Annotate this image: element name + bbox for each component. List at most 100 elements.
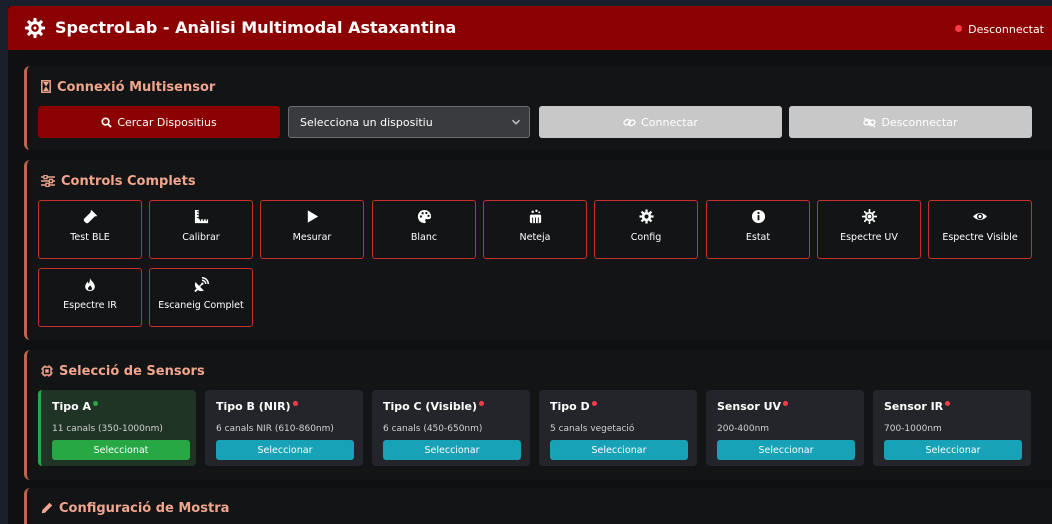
sample-config-title: Configuració de Mostra: [41, 501, 229, 516]
sensor-card-ir[interactable]: Sensor IR 700-1000nm Seleccionar: [873, 390, 1031, 466]
measure-label: Mesurar: [292, 232, 332, 243]
microchip-icon: [41, 365, 53, 377]
config-button[interactable]: Config: [594, 200, 698, 259]
hourglass-icon: [41, 80, 51, 93]
app-header: SpectroLab - Anàlisi Multimodal Astaxant…: [8, 6, 1052, 50]
sliders-icon: [41, 175, 55, 187]
info-icon: [751, 209, 765, 224]
full-scan-button[interactable]: Escaneig Complet: [149, 268, 253, 327]
sensor-select-button[interactable]: Seleccionat: [52, 440, 190, 460]
sensor-card-tipo-a[interactable]: Tipo A 11 canals (350-1000nm) Selecciona…: [38, 390, 196, 466]
blank-button[interactable]: Blanc: [372, 200, 476, 259]
sensor-select-button[interactable]: Seleccionar: [216, 440, 354, 460]
connection-card: Connexió Multisensor Cercar Dispositius …: [24, 66, 1052, 150]
measure-button[interactable]: Mesurar: [260, 200, 364, 259]
controls-title-text: Controls Complets: [61, 174, 196, 189]
sensor-name-row: Tipo D: [550, 400, 597, 413]
status-button[interactable]: Estat: [706, 200, 810, 259]
connect-button[interactable]: Connectar: [539, 106, 782, 138]
sample-config-card: Configuració de Mostra: [24, 488, 1052, 524]
test-ble-label: Test BLE: [70, 232, 110, 243]
search-devices-label: Cercar Dispositius: [117, 115, 217, 129]
full-scan-label: Escaneig Complet: [158, 300, 244, 311]
vial-icon: [83, 209, 97, 224]
connection-status: Desconnectat: [955, 23, 1044, 36]
sample-config-title-text: Configuració de Mostra: [59, 501, 230, 516]
visible-spectrum-label: Espectre Visible: [942, 232, 1018, 243]
sensor-select-button[interactable]: Seleccionar: [884, 440, 1022, 460]
calibrate-button[interactable]: Calibrar: [149, 200, 253, 259]
sensor-card-tipo-c[interactable]: Tipo C (Visible) 6 canals (450-650nm) Se…: [372, 390, 530, 466]
controls-title: Controls Complets: [41, 174, 196, 189]
sensor-name-row: Tipo B (NIR): [216, 400, 298, 413]
ir-spectrum-button[interactable]: Espectre IR: [38, 268, 142, 327]
sensor-name: Tipo A: [52, 400, 92, 413]
broom-icon: [529, 209, 541, 224]
sensor-description: 6 canals NIR (610-860nm): [216, 424, 334, 434]
sensor-description: 5 canals vegetació: [550, 424, 635, 434]
app-page: SpectroLab - Anàlisi Multimodal Astaxant…: [8, 6, 1052, 524]
sensor-description: 200-400nm: [717, 424, 770, 434]
sensor-name: Tipo C (Visible): [383, 400, 478, 413]
sensor-name: Tipo B (NIR): [216, 400, 291, 413]
disconnect-button[interactable]: Desconnectar: [789, 106, 1032, 138]
satellite-dish-icon: [193, 277, 209, 292]
status-label-btn: Estat: [745, 232, 771, 243]
disconnect-label: Desconnectar: [881, 115, 958, 129]
uv-spectrum-button[interactable]: Espectre UV: [817, 200, 921, 259]
pencil-icon: [41, 502, 53, 514]
play-icon: [307, 210, 318, 223]
sensors-title: Selecció de Sensors: [41, 364, 205, 379]
palette-icon: [417, 209, 431, 224]
uv-spectrum-label: Espectre UV: [840, 232, 898, 243]
blank-label: Blanc: [410, 232, 438, 243]
status-dot: [955, 25, 963, 32]
config-label: Config: [630, 232, 662, 243]
fire-icon: [85, 277, 95, 292]
sensor-select-button[interactable]: Seleccionar: [550, 440, 688, 460]
sensor-status-dot: [591, 401, 597, 406]
search-devices-button[interactable]: Cercar Dispositius: [38, 106, 280, 138]
sensor-status-dot: [783, 401, 789, 406]
test-ble-button[interactable]: Test BLE: [38, 200, 142, 259]
ruler-icon: [194, 209, 208, 224]
sensor-select-button[interactable]: Seleccionar: [383, 440, 521, 460]
sensor-card-tipo-b[interactable]: Tipo B (NIR) 6 canals NIR (610-860nm) Se…: [205, 390, 363, 466]
sensor-name-row: Tipo A: [52, 400, 99, 413]
device-select[interactable]: Selecciona un dispositiu: [288, 106, 530, 138]
status-label: Desconnectat: [968, 23, 1044, 36]
connection-title-text: Connexió Multisensor: [57, 80, 216, 95]
sensors-title-text: Selecció de Sensors: [59, 364, 205, 379]
gear-icon: [638, 209, 654, 224]
app-title: SpectroLab - Anàlisi Multimodal Astaxant…: [55, 18, 457, 37]
sensor-name: Sensor UV: [717, 400, 782, 413]
sensor-description: 700-1000nm: [884, 424, 942, 434]
sensor-status-dot: [292, 401, 298, 406]
clean-label: Neteja: [519, 232, 551, 243]
sensor-name: Sensor IR: [884, 400, 944, 413]
sensor-description: 6 canals (450-650nm): [383, 424, 483, 434]
device-select-value: Selecciona un dispositiu: [300, 115, 433, 129]
chevron-down-icon: [511, 119, 521, 125]
controls-card: Controls Complets Test BLE Calibrar Mesu…: [24, 160, 1052, 340]
unlink-icon: [863, 116, 877, 128]
calibrate-label: Calibrar: [182, 232, 220, 243]
search-icon: [101, 116, 113, 128]
sensor-card-uv[interactable]: Sensor UV 200-400nm Seleccionar: [706, 390, 864, 466]
sensor-name-row: Sensor IR: [884, 400, 951, 413]
sensor-card-tipo-d[interactable]: Tipo D 5 canals vegetació Seleccionar: [539, 390, 697, 466]
sensor-select-button[interactable]: Seleccionar: [717, 440, 855, 460]
link-icon: [623, 118, 636, 126]
sensor-status-dot: [479, 401, 485, 406]
eye-icon: [972, 212, 988, 221]
sensor-name-row: Sensor UV: [717, 400, 789, 413]
gear-atom-icon: [24, 17, 46, 39]
sensor-status-dot: [945, 401, 951, 406]
sensor-name-row: Tipo C (Visible): [383, 400, 485, 413]
sensors-card: Selecció de Sensors Tipo A 11 canals (35…: [24, 350, 1052, 480]
sun-icon: [861, 209, 877, 224]
sensor-name: Tipo D: [550, 400, 590, 413]
clean-button[interactable]: Neteja: [483, 200, 587, 259]
connect-label: Connectar: [641, 115, 698, 129]
visible-spectrum-button[interactable]: Espectre Visible: [928, 200, 1032, 259]
